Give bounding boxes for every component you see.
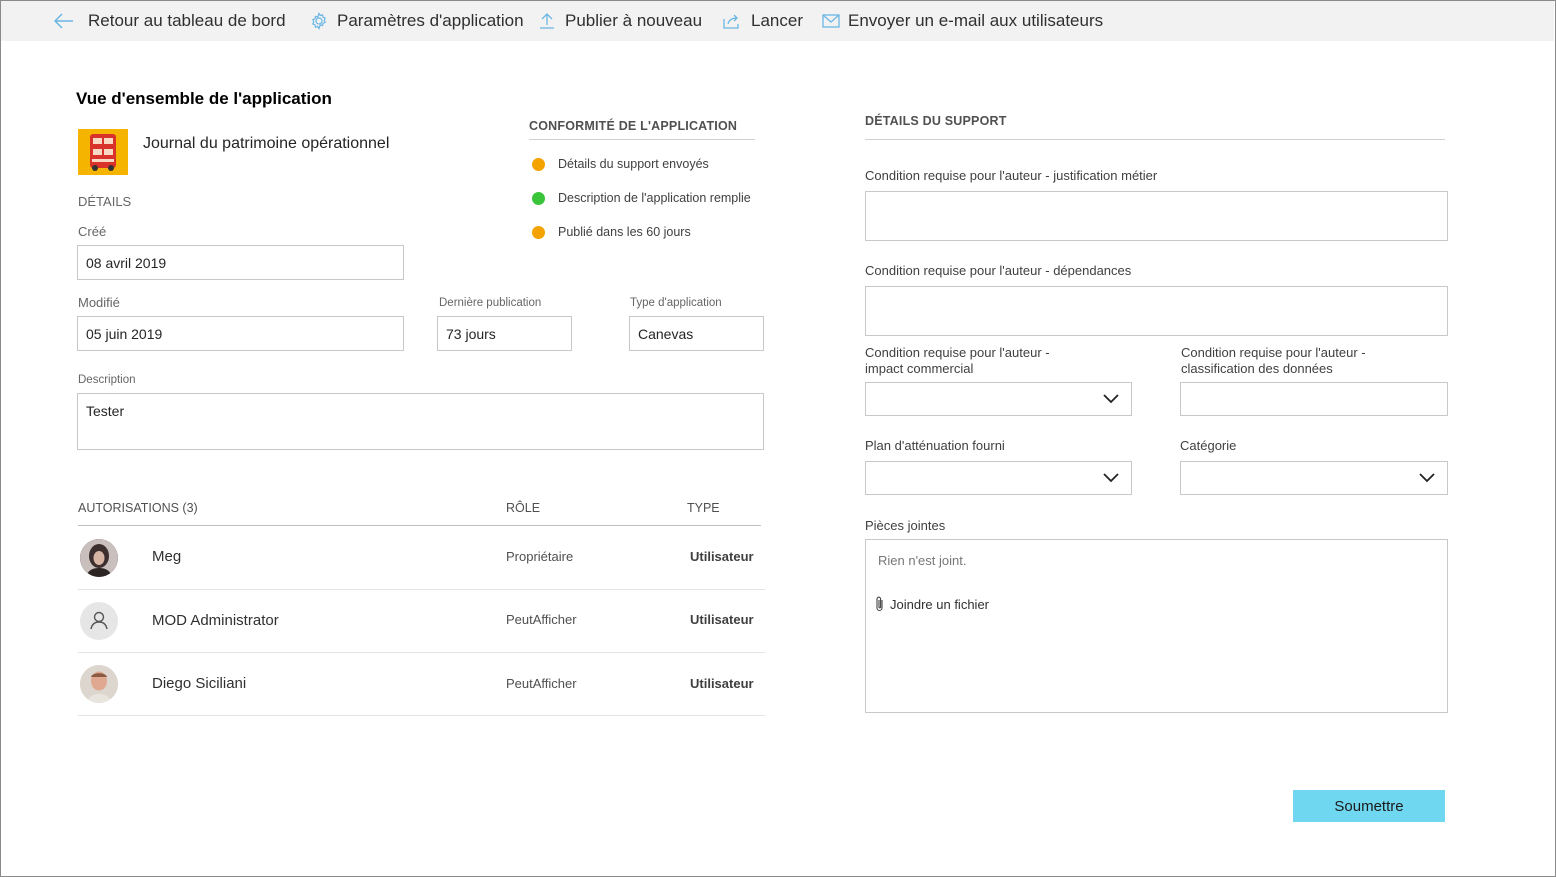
permission-name: MOD Administrator: [152, 612, 279, 629]
compliance-item-description: Description de l'application remplie: [558, 191, 751, 205]
dependencies-label: Condition requise pour l'auteur - dépend…: [865, 263, 1132, 278]
last-publish-field[interactable]: 73 jours: [437, 316, 572, 351]
compliance-item-support: Détails du support envoyés: [558, 157, 709, 171]
chevron-down-icon: [1419, 473, 1435, 483]
command-bar: Retour au tableau de bord Paramètres d'a…: [1, 1, 1554, 41]
paperclip-icon: [876, 596, 883, 612]
classification-label-line2: classification des données: [1181, 361, 1333, 376]
justification-field[interactable]: [865, 191, 1448, 241]
email-users-label: Envoyer un e-mail aux utilisateurs: [848, 11, 1104, 30]
app-settings-button[interactable]: Paramètres d'application: [310, 1, 524, 41]
classification-label-line1: Condition requise pour l'auteur -: [1181, 345, 1366, 360]
classification-field[interactable]: [1180, 382, 1448, 416]
email-users-button[interactable]: Envoyer un e-mail aux utilisateurs: [822, 1, 1103, 41]
share-icon: [723, 14, 739, 29]
category-dropdown[interactable]: [1180, 461, 1448, 495]
description-label: Description: [78, 374, 136, 386]
avatar: [80, 602, 118, 640]
launch-button[interactable]: Lancer: [723, 1, 803, 41]
role-column-header: RÔLE: [506, 501, 541, 515]
arrow-left-icon: [54, 13, 73, 29]
app-logo: [78, 129, 128, 175]
launch-label: Lancer: [751, 11, 803, 30]
impact-label-line1: Condition requise pour l'auteur -: [865, 345, 1050, 360]
compliance-heading: CONFORMITÉ DE L'APPLICATION: [529, 119, 738, 133]
bus-icon: [90, 134, 116, 171]
person-photo-icon: [80, 665, 118, 703]
row-divider: [78, 652, 765, 653]
modified-field[interactable]: 05 juin 2019: [77, 316, 404, 351]
impact-dropdown[interactable]: [865, 382, 1132, 416]
gear-icon: [311, 12, 327, 30]
submit-button[interactable]: Soumettre: [1293, 790, 1445, 822]
app-name: Journal du patrimoine opérationnel: [143, 135, 390, 152]
permission-type: Utilisateur: [690, 549, 754, 564]
permission-role: PeutAfficher: [506, 612, 577, 627]
overview-title: Vue d'ensemble de l'application: [76, 89, 332, 108]
permission-role: Propriétaire: [506, 549, 574, 564]
type-column-header: TYPE: [687, 501, 720, 515]
attach-file-button[interactable]: Joindre un fichier: [875, 595, 989, 613]
app-type-field[interactable]: Canevas: [629, 316, 764, 351]
avatar: [80, 665, 118, 703]
status-dot-published: [532, 226, 545, 239]
person-photo-icon: [80, 539, 118, 577]
compliance-item-published: Publié dans les 60 jours: [558, 225, 691, 239]
back-to-dashboard-button[interactable]: Retour au tableau de bord: [54, 1, 286, 41]
person-icon: [90, 611, 108, 630]
republish-label: Publier à nouveau: [565, 11, 703, 30]
permission-name: Diego Siciliani: [152, 675, 247, 692]
mitigation-dropdown[interactable]: [865, 461, 1132, 495]
attachments-box: Rien n'est joint. Joindre un fichier: [865, 539, 1448, 713]
attachments-label: Pièces jointes: [865, 518, 946, 533]
category-label: Catégorie: [1180, 438, 1237, 453]
permissions-heading: AUTORISATIONS (3): [78, 501, 198, 515]
permission-type: Utilisateur: [690, 676, 754, 691]
permission-name: Meg: [152, 548, 182, 565]
modified-label: Modifié: [78, 295, 120, 310]
dependencies-field[interactable]: [865, 286, 1448, 336]
description-field[interactable]: Tester: [77, 393, 764, 450]
status-dot-support: [532, 158, 545, 171]
republish-button[interactable]: Publier à nouveau: [539, 1, 702, 41]
back-to-dashboard-label: Retour au tableau de bord: [88, 11, 286, 30]
upload-icon: [540, 13, 554, 29]
created-label: Créé: [78, 224, 107, 239]
row-divider: [78, 589, 765, 590]
attach-file-label: Joindre un fichier: [890, 596, 989, 612]
impact-label: Condition requise pour l'auteur - impact…: [865, 345, 1050, 377]
details-heading: DÉTAILS: [78, 194, 132, 209]
chevron-down-icon: [1103, 473, 1119, 483]
permission-role: PeutAfficher: [506, 676, 577, 691]
permissions-header-divider: [78, 525, 761, 526]
app-type-label: Type d'application: [630, 297, 722, 309]
justification-label: Condition requise pour l'auteur - justif…: [865, 168, 1158, 183]
created-field[interactable]: 08 avril 2019: [77, 245, 404, 280]
attachments-empty-text: Rien n'est joint.: [878, 553, 967, 568]
last-publish-label: Dernière publication: [439, 297, 542, 309]
permission-type: Utilisateur: [690, 612, 754, 627]
classification-label: Condition requise pour l'auteur - classi…: [1181, 345, 1366, 377]
mail-icon: [822, 14, 840, 28]
mitigation-label: Plan d'atténuation fourni: [865, 438, 1005, 453]
status-dot-description: [532, 192, 545, 205]
row-divider: [78, 715, 765, 716]
support-divider: [865, 139, 1445, 140]
compliance-divider: [529, 139, 755, 140]
support-heading: DÉTAILS DU SUPPORT: [865, 114, 1007, 128]
impact-label-line2: impact commercial: [865, 361, 974, 376]
avatar: [80, 539, 118, 577]
app-settings-label: Paramètres d'application: [337, 11, 524, 30]
chevron-down-icon: [1103, 394, 1119, 404]
